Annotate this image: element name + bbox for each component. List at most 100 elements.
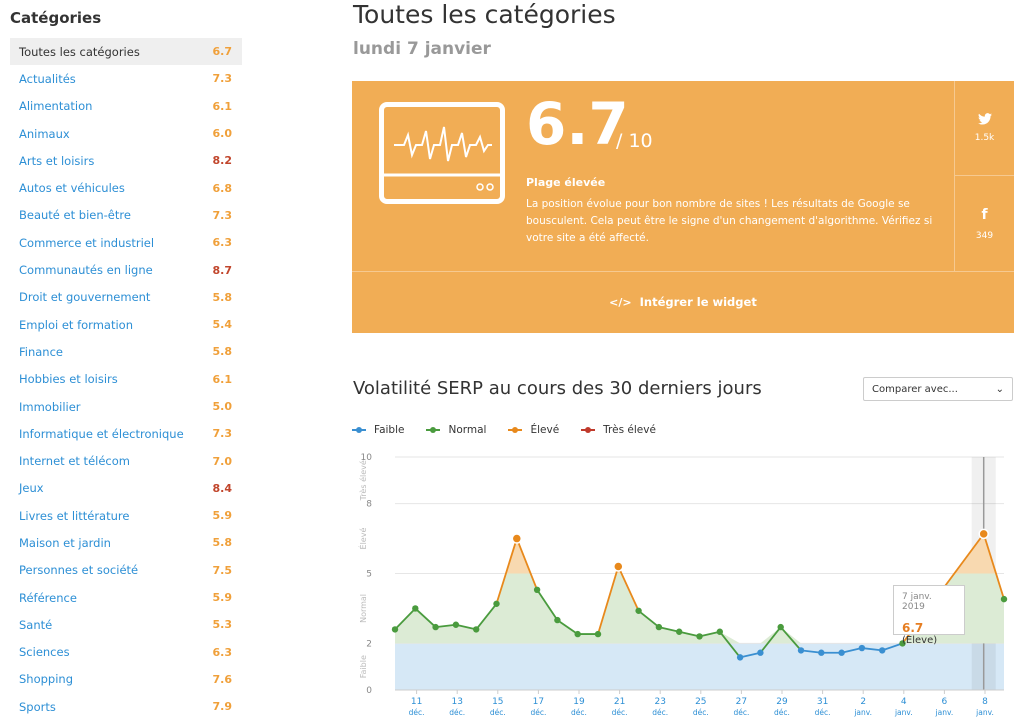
sidebar-item[interactable]: Personnes et société 7.5: [10, 557, 242, 584]
data-point: [574, 630, 581, 638]
x-tick-day: 4: [901, 697, 907, 707]
sidebar-item[interactable]: Commerce et industriel 6.3: [10, 229, 242, 256]
sidebar-item[interactable]: Emploi et formation 5.4: [10, 311, 242, 338]
sidebar-item-label: Finance: [19, 344, 63, 359]
sidebar-item[interactable]: Livres et littérature 5.9: [10, 502, 242, 529]
data-point: [452, 621, 460, 628]
sidebar-item[interactable]: Beauté et bien-être 7.3: [10, 202, 242, 229]
data-point: [696, 633, 703, 640]
band-faible: [395, 643, 1004, 690]
sidebar-item[interactable]: Maison et jardin 5.8: [10, 529, 242, 556]
sidebar-item[interactable]: Informatique et électronique 7.3: [10, 420, 242, 447]
data-point: [412, 605, 419, 612]
legend-item[interactable]: Normal: [426, 424, 486, 436]
sidebar-item[interactable]: Alimentation 6.1: [10, 93, 242, 120]
data-point: [879, 647, 886, 654]
data-point: [818, 649, 825, 656]
sidebar-item[interactable]: Immobilier 5.0: [10, 393, 242, 420]
sidebar-item-score: 6.0: [212, 127, 233, 141]
compare-dropdown[interactable]: Comparer avec... ⌄: [863, 377, 1013, 401]
sidebar-item[interactable]: Sciences 6.3: [10, 639, 242, 666]
embed-widget-button[interactable]: </> Intégrer le widget: [352, 271, 1014, 333]
legend-label: Faible: [374, 424, 405, 436]
sidebar-item-label: Communautés en ligne: [19, 263, 153, 278]
sidebar-item[interactable]: Autos et véhicules 6.8: [10, 174, 242, 201]
sidebar-item-score: 5.4: [212, 318, 233, 332]
x-tick-month: déc.: [449, 708, 465, 717]
facebook-icon: f: [981, 206, 988, 223]
sidebar-title: Catégories: [10, 9, 102, 27]
sidebar-item[interactable]: Droit et gouvernement 5.8: [10, 284, 242, 311]
category-list: Toutes les catégories 6.7 Actualités 7.3 Ali…: [10, 38, 242, 720]
x-tick-day: 11: [411, 697, 422, 707]
chart-title: Volatilité SERP au cours des 30 derniers…: [353, 378, 762, 399]
data-point: [533, 586, 541, 594]
legend-item[interactable]: Très élevé: [581, 424, 656, 436]
y-tick-label: 5: [366, 570, 372, 580]
legend-label: Élevé: [530, 424, 560, 436]
x-tick-month: déc.: [409, 708, 425, 717]
volatility-chart: 025810FaibleNormalÉlevéTrès élevé11déc.1…: [357, 453, 1008, 717]
data-point: [716, 628, 723, 635]
data-point: [493, 600, 500, 607]
data-point: [473, 626, 480, 633]
legend-marker: [508, 427, 523, 433]
x-tick-month: déc.: [733, 708, 749, 717]
sidebar-item-label: Shopping: [19, 672, 74, 687]
data-point: [613, 561, 624, 572]
sidebar-item-label: Internet et télécom: [19, 454, 130, 469]
sidebar-item[interactable]: Shopping 7.6: [10, 666, 242, 693]
y-tick-label: 2: [366, 639, 372, 649]
data-point: [511, 533, 523, 544]
facebook-share-button[interactable]: f 349: [955, 176, 1014, 271]
sidebar-item-label: Maison et jardin: [19, 535, 111, 550]
x-tick-day: 25: [695, 697, 706, 707]
data-point: [554, 616, 561, 624]
sidebar-item-score: 6.8: [212, 181, 233, 195]
sidebar-item[interactable]: Référence 5.9: [10, 584, 242, 611]
embed-widget-label: Intégrer le widget: [639, 295, 757, 309]
data-point: [676, 628, 683, 635]
legend-marker: [352, 427, 366, 433]
x-tick-month: déc.: [530, 708, 546, 717]
sidebar-item[interactable]: Arts et loisirs 8.2: [10, 147, 242, 174]
x-tick-day: 21: [614, 697, 625, 707]
sidebar-item[interactable]: Communautés en ligne 8.7: [10, 256, 242, 283]
x-tick-month: janv.: [853, 708, 872, 717]
sidebar-item-score: 7.9: [212, 700, 233, 714]
sidebar-item[interactable]: Hobbies et loisirs 6.1: [10, 366, 242, 393]
sidebar-item[interactable]: Internet et télécom 7.0: [10, 447, 242, 474]
sidebar-item[interactable]: Sports 7.9: [10, 693, 242, 720]
data-point: [655, 623, 663, 631]
legend-item[interactable]: Élevé: [508, 424, 559, 436]
sidebar-item[interactable]: Animaux 6.0: [10, 120, 242, 147]
x-tick-month: janv.: [894, 708, 913, 717]
x-tick-month: déc.: [612, 708, 628, 717]
tooltip-date: 7 janv. 2019: [902, 592, 932, 612]
sidebar-item[interactable]: Finance 5.8: [10, 338, 242, 365]
sidebar-item[interactable]: Actualités 7.3: [10, 65, 242, 92]
sidebar-item[interactable]: Toutes les catégories 6.7: [10, 38, 242, 66]
data-point: [594, 630, 602, 638]
sidebar-item-score: 7.3: [212, 72, 233, 86]
sidebar-item-label: Immobilier: [19, 399, 81, 414]
sidebar-item-score: 5.9: [212, 591, 233, 605]
x-tick-day: 27: [736, 697, 747, 707]
volatility-score: 6.7: [526, 90, 629, 158]
data-point: [736, 654, 744, 661]
legend-item[interactable]: Faible: [352, 424, 404, 436]
tooltip-value: 6.7: [902, 621, 924, 635]
x-tick-day: 2: [860, 697, 866, 707]
sidebar-item-score: 7.3: [212, 427, 233, 441]
x-tick-month: déc.: [490, 708, 506, 717]
range-label: Plage élevée: [526, 176, 606, 189]
page-date: lundi 7 janvier: [353, 39, 491, 59]
range-description: La position évolue pour bon nombre de si…: [526, 198, 933, 244]
twitter-icon: [977, 113, 992, 125]
sidebar-item[interactable]: Santé 5.3: [10, 611, 242, 638]
x-tick-month: janv.: [975, 708, 994, 717]
twitter-share-button[interactable]: 1.5k: [955, 81, 1014, 176]
legend-label: Très élevé: [603, 424, 656, 436]
x-tick-day: 15: [492, 697, 503, 707]
sidebar-item[interactable]: Jeux 8.4: [10, 475, 242, 502]
